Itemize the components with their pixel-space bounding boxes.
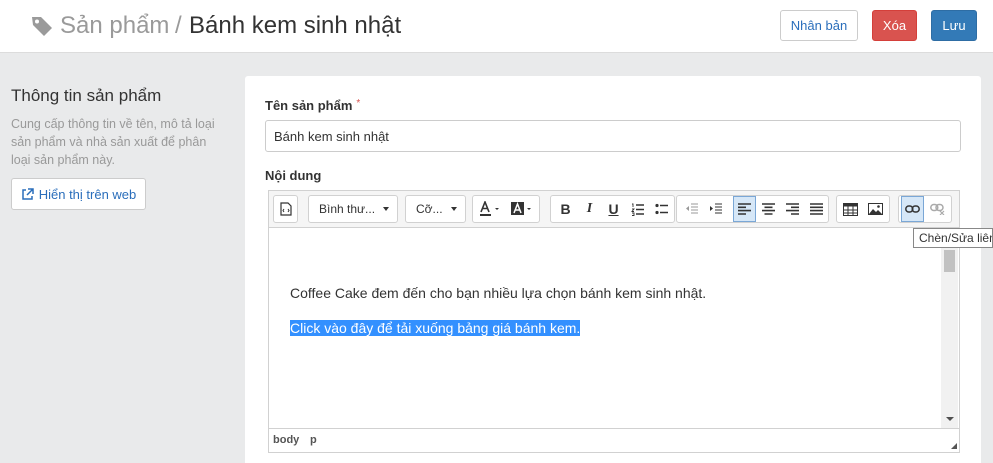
underline-icon: U bbox=[608, 201, 619, 217]
align-right-button[interactable] bbox=[781, 196, 804, 222]
product-name-label-text: Tên sản phẩm bbox=[265, 98, 353, 113]
delete-button[interactable]: Xóa bbox=[872, 10, 917, 41]
bullet-list-icon bbox=[654, 203, 668, 214]
content-paragraph: Coffee Cake đem đến cho bạn nhiều lựa ch… bbox=[290, 285, 707, 301]
format-select-value: Bình thư... bbox=[319, 202, 376, 216]
underline-button[interactable]: U bbox=[602, 196, 625, 222]
italic-icon: I bbox=[586, 201, 593, 216]
element-path-p[interactable]: p bbox=[310, 434, 317, 446]
rich-text-editor: Bình thư... Cỡ... B I U Coffee Cake đem … bbox=[268, 190, 960, 453]
toolbar-group-source bbox=[273, 195, 298, 223]
toolbar-group-insert bbox=[836, 195, 890, 223]
scroll-down-arrow-icon[interactable] bbox=[946, 417, 954, 421]
numbered-list-icon bbox=[630, 203, 644, 216]
external-link-icon bbox=[21, 187, 34, 200]
align-justify-button[interactable] bbox=[805, 196, 828, 222]
toolbar-group-link bbox=[898, 195, 952, 223]
numbered-list-button[interactable] bbox=[626, 196, 649, 222]
text-color-icon bbox=[480, 201, 499, 216]
italic-button[interactable]: I bbox=[578, 196, 601, 222]
tag-icon bbox=[32, 17, 52, 36]
align-justify-icon bbox=[810, 203, 823, 215]
unlink-button[interactable] bbox=[926, 196, 949, 222]
editor-statusbar: body p bbox=[269, 428, 959, 452]
source-code-button[interactable] bbox=[274, 196, 297, 222]
text-color-button[interactable] bbox=[475, 196, 505, 222]
toolbar-group-colors bbox=[472, 195, 540, 223]
bullet-list-button[interactable] bbox=[650, 196, 673, 222]
source-code-icon bbox=[279, 202, 292, 216]
element-path-body[interactable]: body bbox=[273, 434, 299, 446]
align-left-icon bbox=[738, 203, 751, 215]
chevron-down-icon bbox=[451, 207, 457, 211]
editor-scrollbar[interactable] bbox=[941, 228, 958, 428]
bold-icon: B bbox=[560, 201, 571, 217]
view-on-web-label: Hiển thị trên web bbox=[38, 186, 137, 202]
page-header: Sản phẩm / Bánh kem sinh nhật Nhân bản X… bbox=[0, 0, 993, 53]
align-center-icon bbox=[762, 203, 775, 215]
outdent-button[interactable] bbox=[680, 196, 703, 222]
editor-toolbar: Bình thư... Cỡ... B I U bbox=[269, 191, 959, 228]
breadcrumb-products-link[interactable]: Sản phẩm bbox=[60, 12, 169, 40]
bold-button[interactable]: B bbox=[554, 196, 577, 222]
indent-icon bbox=[709, 203, 722, 214]
section-title: Thông tin sản phẩm bbox=[11, 86, 162, 105]
indent-button[interactable] bbox=[704, 196, 727, 222]
font-size-select-value: Cỡ... bbox=[416, 202, 443, 216]
editor-content-area[interactable]: Coffee Cake đem đến cho bạn nhiều lựa ch… bbox=[269, 228, 959, 428]
outdent-icon bbox=[685, 203, 698, 214]
breadcrumb-separator: / bbox=[175, 12, 182, 39]
product-name-label: Tên sản phẩm * bbox=[265, 98, 360, 113]
toolbar-group-alignment bbox=[676, 195, 829, 223]
duplicate-button[interactable]: Nhân bản bbox=[780, 10, 858, 41]
content-label: Nội dung bbox=[265, 168, 322, 183]
format-select[interactable]: Bình thư... bbox=[308, 195, 398, 223]
image-icon bbox=[868, 203, 883, 215]
required-mark: * bbox=[356, 98, 361, 109]
align-right-icon bbox=[786, 203, 799, 215]
scrollbar-thumb[interactable] bbox=[944, 250, 955, 272]
insert-table-button[interactable] bbox=[839, 196, 862, 222]
align-center-button[interactable] bbox=[757, 196, 780, 222]
section-description: Cung cấp thông tin về tên, mô tả loại sả… bbox=[11, 117, 215, 167]
unlink-icon bbox=[930, 203, 945, 215]
insert-image-button[interactable] bbox=[864, 196, 887, 222]
link-button-tooltip: Chèn/Sửa liên kết bbox=[913, 228, 993, 248]
view-on-web-button[interactable]: Hiển thị trên web bbox=[11, 178, 146, 210]
background-color-button[interactable] bbox=[507, 196, 537, 222]
toolbar-group-text-style: B I U bbox=[550, 195, 675, 223]
page-title: Bánh kem sinh nhật bbox=[189, 12, 402, 39]
align-left-button[interactable] bbox=[733, 196, 756, 222]
highlight-color-icon bbox=[511, 201, 531, 215]
insert-link-button[interactable] bbox=[901, 196, 924, 222]
chevron-down-icon bbox=[383, 207, 389, 211]
product-name-input[interactable] bbox=[265, 120, 961, 152]
table-icon bbox=[843, 202, 858, 216]
font-size-select[interactable]: Cỡ... bbox=[405, 195, 466, 223]
selected-link-text[interactable]: Click vào đây để tải xuống bảng giá bánh… bbox=[290, 320, 581, 336]
save-button[interactable]: Lưu bbox=[931, 10, 977, 41]
link-icon bbox=[905, 205, 920, 213]
resize-handle-icon[interactable] bbox=[951, 443, 957, 449]
